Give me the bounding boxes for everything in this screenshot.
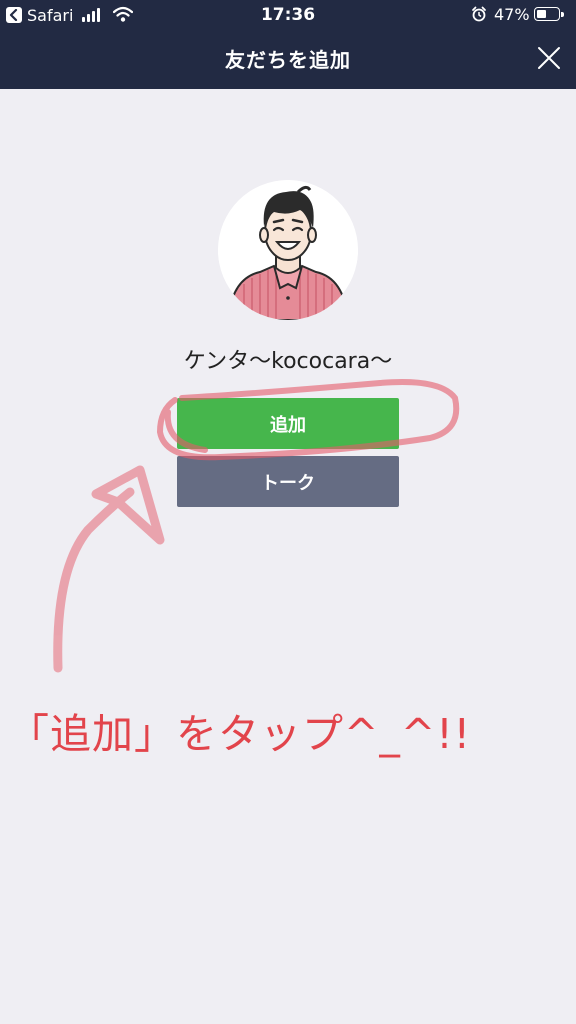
arrow-annotation <box>53 465 165 673</box>
status-time: 17:36 <box>260 5 316 25</box>
add-friend-button[interactable]: 追加 <box>177 398 399 449</box>
battery-fill <box>537 10 546 18</box>
battery-icon <box>534 7 564 21</box>
close-button[interactable] <box>536 45 562 71</box>
close-icon <box>538 47 560 69</box>
page-title: 友だちを追加 <box>225 48 351 72</box>
battery-nub <box>561 12 564 17</box>
annotation-instruction: 「追加」をタップ^_^!! <box>8 710 472 758</box>
annotation-overlay <box>53 379 460 673</box>
alarm-icon <box>471 6 487 27</box>
navigation-bar: 友だちを追加 <box>0 30 576 89</box>
talk-button[interactable]: トーク <box>177 456 399 507</box>
profile-name: ケンタ〜kococara〜 <box>183 349 393 374</box>
avatar <box>218 180 358 320</box>
avatar-illustration <box>218 180 358 320</box>
battery-percent: 47% <box>494 5 530 24</box>
status-bar: Safari 17:36 47% <box>0 0 576 30</box>
